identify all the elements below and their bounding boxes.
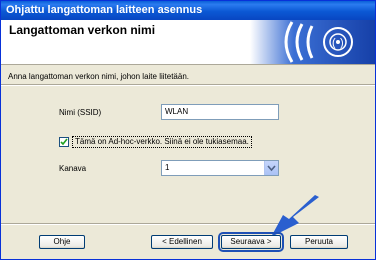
wizard-header: Langattoman verkon nimi ( ) bbox=[1, 20, 375, 65]
checkmark-icon bbox=[60, 138, 68, 146]
title-bar: Ohjattu langattoman laitteen asennus bbox=[1, 1, 375, 20]
next-button[interactable]: Seuraava > bbox=[218, 232, 284, 252]
help-button[interactable]: Ohje bbox=[39, 235, 85, 249]
page-title: Langattoman verkon nimi bbox=[9, 23, 156, 37]
header-divider bbox=[1, 84, 375, 86]
channel-select-value: 1 bbox=[165, 163, 170, 172]
ssid-label-text: Nimi (SSID) bbox=[59, 108, 102, 117]
wizard-window: Ohjattu langattoman laitteen asennus Lan… bbox=[0, 0, 376, 260]
adhoc-checkbox-row[interactable]: Tämä on Ad-hoc-verkko. Siinä ei ole tuki… bbox=[59, 136, 252, 148]
window-title: Ohjattu langattoman laitteen asennus bbox=[6, 4, 203, 16]
pointer-arrow-icon bbox=[271, 195, 319, 237]
chevron-down-icon[interactable] bbox=[264, 161, 278, 175]
cancel-button[interactable]: Peruuta bbox=[290, 235, 348, 249]
wireless-signal-icon: ( ) bbox=[250, 20, 375, 64]
svg-text:): ) bbox=[340, 37, 344, 49]
back-button[interactable]: < Edellinen bbox=[151, 235, 213, 249]
channel-select[interactable]: 1 bbox=[161, 160, 279, 176]
ssid-input[interactable]: WLAN bbox=[161, 104, 279, 120]
adhoc-checkbox-label: Tämä on Ad-hoc-verkko. Siinä ei ole tuki… bbox=[72, 136, 252, 148]
channel-label: Kanava bbox=[59, 164, 86, 173]
adhoc-checkbox[interactable] bbox=[59, 137, 69, 147]
ssid-label: Nimi (SSID) bbox=[59, 108, 101, 117]
instruction-text: Anna langattoman verkon nimi, johon lait… bbox=[8, 72, 189, 81]
svg-text:(: ( bbox=[332, 37, 336, 49]
channel-label-text: Kanava bbox=[59, 164, 87, 173]
